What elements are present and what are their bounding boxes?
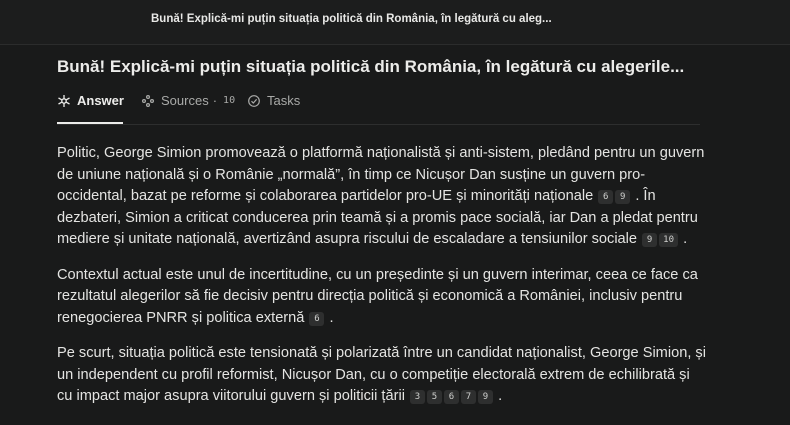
answer-icon xyxy=(57,94,71,108)
paragraph-text: Contextul actual este unul de incertitud… xyxy=(57,266,698,326)
tab-sources[interactable]: Sources · 10 xyxy=(141,93,235,108)
paragraph-text: . xyxy=(329,309,334,326)
active-tab-indicator xyxy=(57,122,123,124)
paragraph-text: . xyxy=(498,388,503,404)
citation-badge[interactable]: 6 xyxy=(309,311,325,326)
tab-tasks-label: Tasks xyxy=(267,93,301,108)
answer-content: Politic, George Simion promovează o plat… xyxy=(57,143,707,422)
header-title: Bună! Explică-mi puțin situația politică… xyxy=(151,13,552,25)
top-bar: Bună! Explică-mi puțin situația politică… xyxy=(0,0,790,45)
paragraph-text: Pe scurt, situația politică este tension… xyxy=(57,345,706,404)
tab-sources-label: Sources xyxy=(161,93,209,108)
tab-bar: Answer Sources · 10 Tasks xyxy=(57,88,700,125)
citation-badge[interactable]: 3 xyxy=(410,390,426,404)
citation-badge[interactable]: 10 xyxy=(659,233,679,247)
answer-paragraph: Contextul actual este unul de incertitud… xyxy=(57,265,707,330)
paragraph-text: . xyxy=(683,231,688,247)
answer-paragraph: Pe scurt, situația politică este tension… xyxy=(57,343,707,408)
citation-badge[interactable]: 9 xyxy=(478,390,494,404)
tab-answer[interactable]: Answer xyxy=(57,93,124,108)
thread-title: Bună! Explică-mi puțin situația politică… xyxy=(57,57,685,76)
citation-badge[interactable]: 6 xyxy=(444,390,460,404)
citation-badge[interactable]: 5 xyxy=(427,390,443,404)
tab-answer-label: Answer xyxy=(77,93,124,108)
sources-count: 10 xyxy=(223,95,236,106)
check-circle-icon xyxy=(247,94,261,108)
citation-badge[interactable]: 9 xyxy=(615,190,631,204)
citation-badge[interactable]: 7 xyxy=(461,390,477,404)
tab-sources-separator: · xyxy=(212,93,218,108)
tab-tasks[interactable]: Tasks xyxy=(247,93,300,108)
answer-paragraph: Politic, George Simion promovează o plat… xyxy=(57,143,707,251)
citation-badge[interactable]: 9 xyxy=(642,233,658,247)
sources-icon xyxy=(141,94,155,108)
citation-badge[interactable]: 6 xyxy=(598,190,614,204)
